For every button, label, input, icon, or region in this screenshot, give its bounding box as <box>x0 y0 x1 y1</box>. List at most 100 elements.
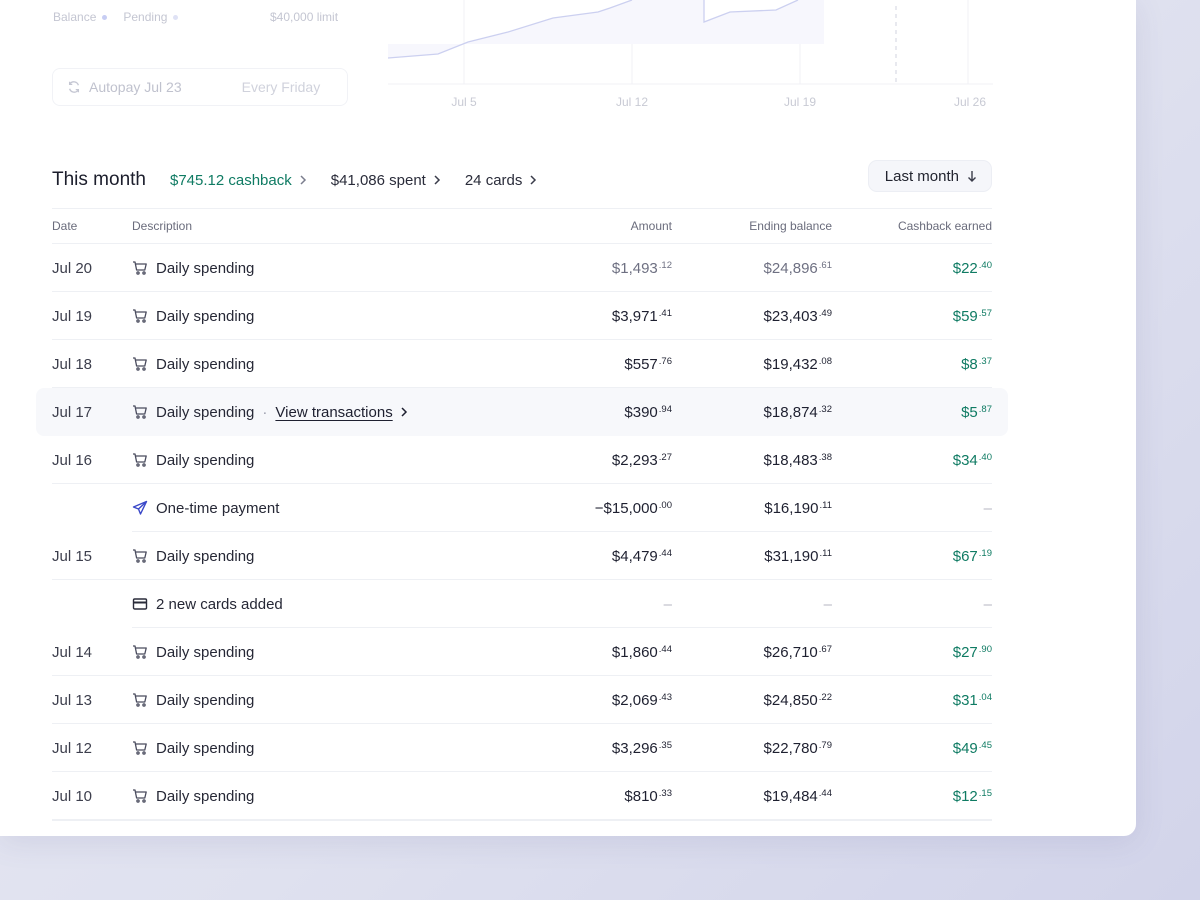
spent-link[interactable]: $41,086 spent <box>331 172 441 189</box>
table-row[interactable]: Jul 15 Daily spending $4,479.44 $31,190.11 $… <box>52 532 992 580</box>
row-amount-cents: .27 <box>658 451 672 463</box>
row-ending-balance-cents: .11 <box>819 547 832 559</box>
row-ending-balance: $22,780.79 <box>672 740 832 757</box>
row-description-text: Daily spending <box>156 691 255 709</box>
row-ending-balance-value: $24,850.22 <box>764 692 832 709</box>
header-description: Description <box>132 219 193 233</box>
row-cashback-value: $67.19 <box>953 548 992 565</box>
table-row[interactable]: Jul 17 Daily spending · View transactions $3… <box>36 388 1008 436</box>
view-transactions-label: View transactions <box>275 403 393 421</box>
row-cashback: $27.90 <box>832 644 992 661</box>
period-filter-label: Last month <box>884 167 959 185</box>
row-amount-whole: $2,069 <box>611 691 658 709</box>
cashback-link[interactable]: $745.12 cashback <box>170 172 307 189</box>
row-amount-cents: .44 <box>658 547 672 559</box>
row-description-text: Daily spending <box>156 547 255 565</box>
row-amount: $810.33 <box>512 788 672 805</box>
row-description: Daily spending <box>132 356 512 373</box>
pending-dot-icon <box>173 14 179 20</box>
row-date: Jul 18 <box>52 355 93 373</box>
row-amount-cents: .76 <box>658 355 672 367</box>
summary-bar: This month $745.12 cashback $41,086 spen… <box>52 160 992 194</box>
row-amount-value: $1,493.12 <box>612 260 672 277</box>
row-amount-whole: $557 <box>624 355 658 373</box>
row-cashback-value: $12.15 <box>953 788 992 805</box>
chart-legend: Balance Pending <box>53 10 194 24</box>
table-row[interactable]: Jul 12 Daily spending $3,296.35 $22,780.79 $… <box>52 724 992 772</box>
transactions-table: Date Description Amount Ending balance C… <box>36 208 1008 821</box>
table-row[interactable]: Jul 19 Daily spending $3,971.41 $23,403.49 $… <box>52 292 992 340</box>
row-ending-balance-whole: $19,484 <box>763 787 818 805</box>
row-ending-balance-value: $19,432.08 <box>764 356 832 373</box>
page-title: This month <box>52 169 146 190</box>
row-cashback: $34.40 <box>832 452 992 469</box>
table-row[interactable]: Jul 13 Daily spending $2,069.43 $24,850.22 $… <box>52 676 992 724</box>
refresh-icon <box>68 81 80 93</box>
period-filter-button[interactable]: Last month <box>867 160 992 192</box>
row-amount-cents: .00 <box>658 499 672 511</box>
cart-icon <box>132 308 148 324</box>
chart-tick-label: Jul 5 <box>451 95 477 109</box>
row-description: One-time payment <box>132 500 512 517</box>
row-ending-balance-value: $31,190.11 <box>764 548 832 565</box>
cart-icon <box>132 404 148 420</box>
row-cashback-cents: .90 <box>978 643 992 655</box>
row-ending-balance: $24,896.61 <box>672 260 832 277</box>
row-amount: $1,860.44 <box>512 644 672 661</box>
row-amount-whole: $1,860 <box>611 643 658 661</box>
cart-icon <box>132 260 148 276</box>
row-cashback-value: $34.40 <box>953 452 992 469</box>
cart-icon <box>132 644 148 660</box>
row-amount-value: $2,069.43 <box>612 692 672 709</box>
row-cashback-whole: $5 <box>961 403 978 421</box>
row-amount-whole: $1,493 <box>611 259 658 277</box>
main-card: Balance Pending $40,000 limit Autopay Ju… <box>0 0 1136 836</box>
row-cashback-empty: – <box>983 499 992 517</box>
row-amount-value: $1,860.44 <box>612 644 672 661</box>
row-amount: – <box>512 596 672 613</box>
table-row[interactable]: Jul 16 Daily spending $2,293.27 $18,483.38 $… <box>52 436 992 484</box>
row-amount: $4,479.44 <box>512 548 672 565</box>
row-ending-balance-cents: .67 <box>818 643 832 655</box>
cards-link[interactable]: 24 cards <box>465 172 538 189</box>
row-ending-balance-value: $24,896.61 <box>764 260 832 277</box>
row-cashback-whole: $8 <box>961 355 978 373</box>
table-row[interactable]: Jul 18 Daily spending $557.76 $19,432.08 $8.… <box>52 340 992 388</box>
table-row[interactable]: 2 new cards added – – – <box>52 580 992 628</box>
row-ending-balance-empty: – <box>823 595 832 613</box>
row-amount-cents: .33 <box>658 787 672 799</box>
row-amount: $2,069.43 <box>512 692 672 709</box>
row-cashback-value: $22.40 <box>953 260 992 277</box>
row-amount-cents: .44 <box>658 643 672 655</box>
table-row[interactable]: Jul 20 Daily spending $1,493.12 $24,896.61 $… <box>52 244 992 292</box>
row-ending-balance: $26,710.67 <box>672 644 832 661</box>
row-ending-balance-cents: .22 <box>818 691 832 703</box>
balance-dot-icon <box>102 14 108 20</box>
table-row[interactable]: One-time payment −$15,000.00 $16,190.11 – <box>52 484 992 532</box>
row-ending-balance-value: $23,403.49 <box>764 308 832 325</box>
table-row[interactable]: Jul 10 Daily spending $810.33 $19,484.44 $12… <box>52 772 992 820</box>
row-amount-whole: $390 <box>624 403 658 421</box>
row-amount: $557.76 <box>512 356 672 373</box>
row-amount: $3,971.41 <box>512 308 672 325</box>
row-ending-balance-cents: .61 <box>818 259 832 271</box>
row-ending-balance-cents: .08 <box>818 355 832 367</box>
cart-icon <box>132 548 148 564</box>
row-cashback-whole: $12 <box>952 787 978 805</box>
row-description: Daily spending <box>132 548 512 565</box>
row-description: Daily spending <box>132 692 512 709</box>
row-ending-balance-whole: $31,190 <box>764 547 819 565</box>
row-amount: $2,293.27 <box>512 452 672 469</box>
row-cashback-cents: .57 <box>978 307 992 319</box>
row-ending-balance: $19,432.08 <box>672 356 832 373</box>
autopay-button[interactable]: Autopay Jul 23 Every Friday <box>52 68 348 106</box>
row-description: Daily spending · View transactions <box>132 404 512 421</box>
row-ending-balance: $31,190.11 <box>672 548 832 565</box>
row-ending-balance-whole: $22,780 <box>763 739 818 757</box>
chart-tick-label: Jul 26 <box>954 95 986 109</box>
table-row[interactable]: Jul 14 Daily spending $1,860.44 $26,710.67 $… <box>52 628 992 676</box>
credit-card-icon <box>132 596 148 612</box>
legend-pending-label: Pending <box>123 10 168 24</box>
view-transactions-link[interactable]: View transactions <box>275 404 407 421</box>
row-amount-cents: .12 <box>658 259 672 271</box>
